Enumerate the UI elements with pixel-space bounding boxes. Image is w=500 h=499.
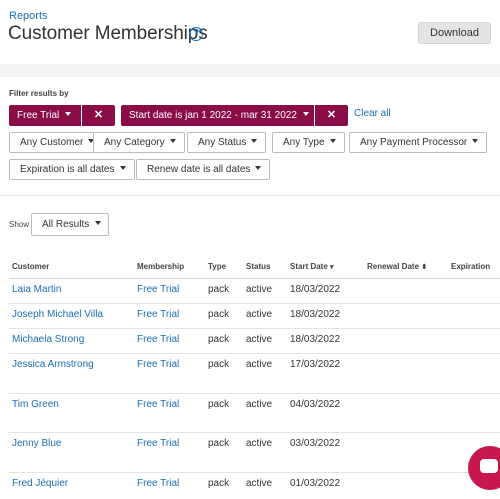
sort-desc-icon: ▾ xyxy=(330,264,334,271)
cell-start-date: 04/03/2022 xyxy=(290,399,341,410)
column-header-start-date[interactable]: Start Date ▾ xyxy=(290,262,334,271)
download-button[interactable]: Download xyxy=(418,22,491,44)
row-divider-line xyxy=(9,472,500,473)
caret-down-icon xyxy=(255,166,262,171)
cell-type: pack xyxy=(208,309,230,320)
cell-type: pack xyxy=(208,334,230,345)
row-divider-line xyxy=(9,328,500,329)
cell-type: pack xyxy=(208,438,230,449)
dropdown-label: Renew date is all dates xyxy=(147,164,251,175)
page-header: Reports Customer Memberships ? Download xyxy=(0,0,500,64)
dropdown-renew-date[interactable]: Renew date is all dates xyxy=(136,159,271,180)
column-header-label: Renewal Date xyxy=(367,262,420,271)
column-header-renewal-date[interactable]: Renewal Date ⬍ xyxy=(367,262,427,271)
cell-start-date: 18/03/2022 xyxy=(290,284,341,295)
sort-both-icon: ⬍ xyxy=(421,264,428,271)
cell-membership[interactable]: Free Trial xyxy=(137,334,179,345)
filter-chip-free-trial[interactable]: Free Trial xyxy=(9,105,81,126)
show-results-dropdown[interactable]: All Results xyxy=(31,213,109,236)
cell-start-date: 17/03/2022 xyxy=(290,359,341,370)
column-header-membership[interactable]: Membership xyxy=(137,262,184,271)
cell-type: pack xyxy=(208,399,230,410)
cell-status: active xyxy=(246,438,273,449)
row-divider-line xyxy=(9,432,500,433)
section-divider xyxy=(0,195,500,196)
dropdown-label: Any Type xyxy=(283,137,325,148)
dropdown-any-type[interactable]: Any Type xyxy=(272,132,345,153)
cell-start-date: 03/03/2022 xyxy=(290,438,341,449)
filter-chip-start-date[interactable]: Start date is jan 1 2022 - mar 31 2022 xyxy=(121,105,314,126)
cell-customer[interactable]: Tim Green xyxy=(12,399,59,410)
show-label: Show xyxy=(9,220,30,229)
cell-membership[interactable]: Free Trial xyxy=(137,309,179,320)
caret-down-icon xyxy=(119,166,126,171)
caret-down-icon xyxy=(169,139,176,144)
cell-customer[interactable]: Fred Jéquier xyxy=(12,478,68,489)
close-icon[interactable]: ✕ xyxy=(314,105,348,126)
filter-results-label: Filter results by xyxy=(9,89,69,98)
caret-down-icon xyxy=(65,112,72,117)
cell-customer[interactable]: Michaela Strong xyxy=(12,334,84,345)
page-title: Customer Memberships xyxy=(8,23,208,44)
dropdown-label: Any Status xyxy=(198,137,247,148)
dropdown-label: Any Category xyxy=(104,137,165,148)
column-header-status[interactable]: Status xyxy=(246,262,270,271)
cell-customer[interactable]: Laia Martin xyxy=(12,284,61,295)
row-divider-line xyxy=(9,303,500,304)
filter-chip-label: Free Trial xyxy=(17,110,60,121)
row-divider-line xyxy=(9,393,500,394)
cell-type: pack xyxy=(208,284,230,295)
cell-membership[interactable]: Free Trial xyxy=(137,438,179,449)
show-results-value: All Results xyxy=(42,219,90,230)
dropdown-any-payment-processor[interactable]: Any Payment Processor xyxy=(349,132,488,153)
dropdown-any-status[interactable]: Any Status xyxy=(187,132,267,153)
cell-status: active xyxy=(246,284,273,295)
cell-status: active xyxy=(246,309,273,320)
table-header-divider xyxy=(9,278,500,279)
cell-type: pack xyxy=(208,478,230,489)
caret-down-icon xyxy=(302,112,309,117)
cell-customer[interactable]: Jenny Blue xyxy=(12,438,61,449)
cell-start-date: 01/03/2022 xyxy=(290,478,341,489)
column-header-customer[interactable]: Customer xyxy=(12,262,49,271)
chat-bubble-icon xyxy=(480,459,498,473)
cell-customer[interactable]: Jessica Armstrong xyxy=(12,359,94,370)
caret-down-icon xyxy=(251,139,258,144)
dropdown-label: Expiration is all dates xyxy=(20,164,115,175)
column-header-label: Start Date xyxy=(290,262,328,271)
dropdown-label: Any Customer xyxy=(20,137,84,148)
filter-chip-label: Start date is jan 1 2022 - mar 31 2022 xyxy=(129,110,297,121)
cell-membership[interactable]: Free Trial xyxy=(137,284,179,295)
chat-button[interactable] xyxy=(468,446,500,490)
dropdown-expiration[interactable]: Expiration is all dates xyxy=(9,159,135,180)
cell-start-date: 18/03/2022 xyxy=(290,309,341,320)
dropdown-any-category[interactable]: Any Category xyxy=(93,132,185,153)
caret-down-icon xyxy=(95,221,102,226)
caret-down-icon xyxy=(329,139,336,144)
caret-down-icon xyxy=(472,139,479,144)
cell-status: active xyxy=(246,478,273,489)
cell-status: active xyxy=(246,399,273,410)
cell-customer[interactable]: Joseph Michael Villa xyxy=(12,309,103,320)
cell-membership[interactable]: Free Trial xyxy=(137,359,179,370)
cell-status: active xyxy=(246,334,273,345)
clear-all-link[interactable]: Clear all xyxy=(354,108,391,119)
cell-membership[interactable]: Free Trial xyxy=(137,399,179,410)
column-header-type[interactable]: Type xyxy=(208,262,226,271)
header-divider-band xyxy=(0,64,500,77)
breadcrumb-reports[interactable]: Reports xyxy=(9,10,48,22)
question-circle-icon[interactable]: ? xyxy=(189,27,203,41)
column-header-expiration[interactable]: Expiration xyxy=(451,262,490,271)
row-divider-line xyxy=(9,353,500,354)
close-icon[interactable]: ✕ xyxy=(81,105,115,126)
cell-status: active xyxy=(246,359,273,370)
dropdown-any-customer[interactable]: Any Customer xyxy=(9,132,104,153)
cell-start-date: 18/03/2022 xyxy=(290,334,341,345)
dropdown-label: Any Payment Processor xyxy=(360,137,468,148)
cell-membership[interactable]: Free Trial xyxy=(137,478,179,489)
cell-type: pack xyxy=(208,359,230,370)
